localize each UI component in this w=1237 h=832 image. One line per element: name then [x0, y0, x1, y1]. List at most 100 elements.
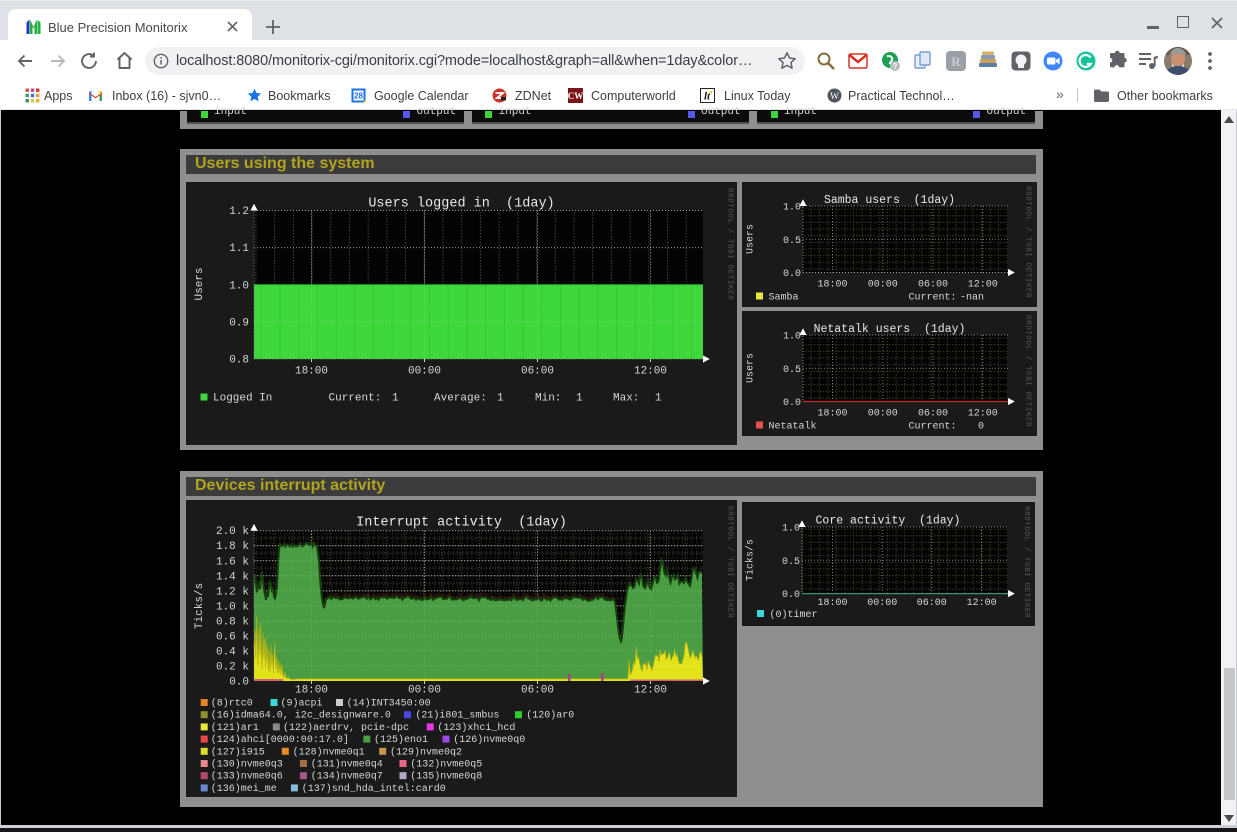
- svg-text:0.0: 0.0: [783, 269, 801, 280]
- svg-text:06:00: 06:00: [917, 598, 947, 609]
- svg-text:18:00: 18:00: [817, 598, 847, 609]
- svg-text:(126)nvme0q0: (126)nvme0q0: [453, 734, 525, 746]
- svg-text:1.4 k: 1.4 k: [216, 571, 249, 583]
- svg-text:Current:: Current:: [909, 422, 957, 433]
- svg-text:Netatalk users (1day): Netatalk users (1day): [814, 323, 966, 336]
- svg-text:1.2: 1.2: [229, 206, 249, 218]
- svg-text:06:00: 06:00: [521, 366, 554, 378]
- svg-text:(124)ahci[0000:00:17.0]: (124)ahci[0000:00:17.0]: [211, 734, 349, 746]
- svg-text:0.0: 0.0: [783, 398, 801, 409]
- svg-text:(133)nvme0q6: (133)nvme0q6: [211, 771, 283, 783]
- svg-text:(127)i915: (127)i915: [211, 746, 265, 758]
- svg-text:Samba users (1day): Samba users (1day): [824, 194, 955, 207]
- svg-text:Ticks/s: Ticks/s: [745, 539, 757, 581]
- svg-text:Max:: Max:: [613, 393, 639, 405]
- svg-text:(122)aerdrv, pcie-dpc: (122)aerdrv, pcie-dpc: [283, 722, 409, 734]
- svg-text:(0)timer: (0)timer: [770, 609, 818, 621]
- svg-text:1.0: 1.0: [783, 203, 801, 214]
- svg-text:RRDTOOL / TOBI OETIKER: RRDTOOL / TOBI OETIKER: [1024, 315, 1032, 427]
- svg-text:Ticks/s: Ticks/s: [194, 583, 206, 629]
- svg-text:(136)mei_me: (136)mei_me: [211, 783, 277, 795]
- svg-text:12:00: 12:00: [634, 685, 667, 697]
- svg-text:18:00: 18:00: [295, 685, 328, 697]
- svg-text:RRDTOOL / TOBI OETIKER: RRDTOOL / TOBI OETIKER: [1022, 506, 1030, 618]
- svg-text:(130)nvme0q3: (130)nvme0q3: [211, 759, 283, 771]
- svg-text:06:00: 06:00: [918, 280, 948, 291]
- svg-text:1.0: 1.0: [229, 280, 249, 292]
- svg-text:Average:: Average:: [434, 393, 487, 405]
- svg-text:1: 1: [497, 393, 504, 405]
- svg-text:Users: Users: [746, 353, 757, 383]
- svg-text:0.0: 0.0: [782, 590, 800, 601]
- svg-text:1.2 k: 1.2 k: [216, 586, 249, 598]
- svg-text:Netatalk: Netatalk: [769, 421, 817, 433]
- svg-text:(129)nvme0q2: (129)nvme0q2: [390, 746, 462, 758]
- svg-text:Users: Users: [746, 224, 757, 254]
- svg-text:12:00: 12:00: [967, 598, 997, 609]
- svg-text:Logged In: Logged In: [213, 393, 272, 405]
- svg-text:1.0: 1.0: [783, 332, 801, 343]
- svg-text:(128)nvme0q1: (128)nvme0q1: [293, 746, 365, 758]
- svg-text:1.6 k: 1.6 k: [216, 556, 249, 568]
- svg-text:Current:: Current:: [329, 393, 382, 405]
- svg-text:CW: CW: [568, 91, 583, 101]
- svg-text:Users logged in (1day): Users logged in (1day): [368, 197, 554, 212]
- svg-text:18:00: 18:00: [817, 280, 847, 291]
- svg-text:28: 28: [354, 92, 363, 101]
- svg-text:1.0 k: 1.0 k: [216, 601, 249, 613]
- svg-text:06:00: 06:00: [521, 685, 554, 697]
- svg-text:0.5: 0.5: [783, 236, 801, 247]
- svg-text:1: 1: [576, 393, 583, 405]
- svg-text:0.2 k: 0.2 k: [216, 661, 249, 673]
- svg-text:Current:: Current:: [909, 293, 957, 304]
- svg-text:0.5: 0.5: [783, 365, 801, 376]
- svg-text:06:00: 06:00: [918, 409, 948, 420]
- svg-text:12:00: 12:00: [634, 366, 667, 378]
- svg-text:0.5: 0.5: [782, 557, 800, 568]
- svg-text:0: 0: [978, 422, 984, 433]
- svg-text:(120)ar0: (120)ar0: [526, 710, 574, 722]
- svg-text:(131)nvme0q4: (131)nvme0q4: [311, 759, 383, 771]
- svg-text:Samba: Samba: [769, 292, 799, 304]
- svg-text:1.1: 1.1: [229, 243, 249, 255]
- svg-text:(121)ar1: (121)ar1: [211, 722, 259, 734]
- svg-text:Min:: Min:: [535, 393, 561, 405]
- svg-text:00:00: 00:00: [408, 366, 441, 378]
- svg-text:?: ?: [892, 62, 897, 71]
- svg-text:(8)rtc0: (8)rtc0: [211, 698, 253, 710]
- svg-text:0.4 k: 0.4 k: [216, 646, 249, 658]
- svg-text:00:00: 00:00: [867, 598, 897, 609]
- svg-text:12:00: 12:00: [968, 409, 998, 420]
- svg-text:Core activity (1day): Core activity (1day): [816, 515, 961, 528]
- svg-text:1: 1: [392, 393, 399, 405]
- svg-text:RRDTOOL / TOBI OETIKER: RRDTOOL / TOBI OETIKER: [726, 188, 734, 300]
- svg-text:18:00: 18:00: [295, 366, 328, 378]
- svg-text:0.0: 0.0: [229, 677, 249, 689]
- svg-text:W: W: [830, 92, 839, 102]
- svg-text:2.0 k: 2.0 k: [216, 526, 249, 538]
- svg-text:(16)idma64.0, i2c_designware.0: (16)idma64.0, i2c_designware.0: [211, 710, 391, 722]
- svg-text:(125)eno1: (125)eno1: [374, 734, 428, 746]
- svg-text:12:00: 12:00: [968, 280, 998, 291]
- svg-text:00:00: 00:00: [868, 409, 898, 420]
- svg-text:(135)nvme0q8: (135)nvme0q8: [410, 771, 482, 783]
- svg-text:(137)snd_hda_intel:card0: (137)snd_hda_intel:card0: [302, 783, 446, 795]
- svg-text:1.0: 1.0: [782, 524, 800, 535]
- svg-text:(21)i801_smbus: (21)i801_smbus: [415, 710, 499, 722]
- svg-text:Users: Users: [194, 267, 206, 300]
- svg-text:RRDTOOL / TOBI OETIKER: RRDTOOL / TOBI OETIKER: [1024, 186, 1032, 298]
- svg-text:-nan: -nan: [960, 293, 984, 304]
- svg-text:0.8: 0.8: [229, 355, 249, 367]
- svg-text:0.6 k: 0.6 k: [216, 631, 249, 643]
- svg-text:00:00: 00:00: [868, 280, 898, 291]
- svg-text:(134)nvme0q7: (134)nvme0q7: [311, 771, 383, 783]
- svg-text:18:00: 18:00: [817, 409, 847, 420]
- svg-text:(123)xhci_hcd: (123)xhci_hcd: [437, 722, 515, 734]
- svg-text:0.8 k: 0.8 k: [216, 616, 249, 628]
- svg-text:R: R: [951, 54, 961, 69]
- svg-text:(14)INT3450:00: (14)INT3450:00: [347, 698, 431, 710]
- svg-text:0.9: 0.9: [229, 317, 249, 329]
- svg-text:00:00: 00:00: [408, 685, 441, 697]
- svg-text:Interrupt activity (1day): Interrupt activity (1day): [356, 516, 567, 531]
- svg-text:1: 1: [655, 393, 662, 405]
